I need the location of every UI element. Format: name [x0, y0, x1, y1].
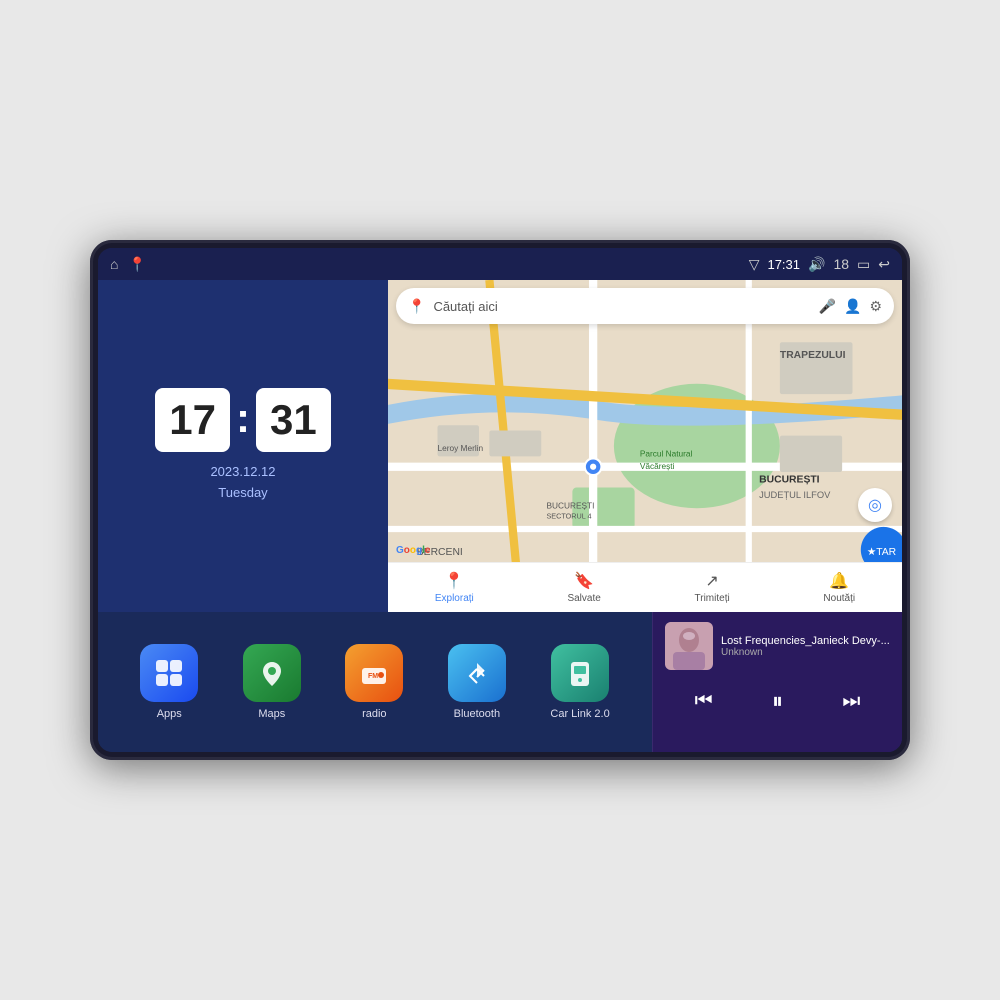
apps-label: Apps [157, 708, 182, 720]
map-pin-icon: 📍 [408, 298, 425, 315]
news-icon: 🔔 [829, 571, 849, 591]
clock-minute: 31 [270, 396, 317, 443]
google-logo: Google [396, 545, 430, 556]
map-search-text[interactable]: Căutați aici [433, 299, 810, 314]
map-nav-news[interactable]: 🔔 Noutăți [823, 571, 855, 604]
app-item-bluetooth[interactable]: Bluetooth [448, 644, 506, 720]
apps-icon [140, 644, 198, 702]
carlink-icon [551, 644, 609, 702]
music-album-art [665, 622, 713, 670]
car-display-device: ⌂ 📍 ▽ 17:31 🔊 18 ▭ ↩ 17 [90, 240, 910, 760]
explore-label: Explorați [435, 593, 474, 604]
music-title: Lost Frequencies_Janieck Devy-... [721, 635, 890, 647]
account-icon[interactable]: 👤 [844, 298, 861, 315]
app-item-carlink[interactable]: Car Link 2.0 [550, 644, 609, 720]
map-search-actions: 🎤 👤 ⚙ [819, 298, 882, 315]
map-panel[interactable]: 📍 Căutați aici 🎤 👤 ⚙ [388, 280, 902, 612]
status-bar: ⌂ 📍 ▽ 17:31 🔊 18 ▭ ↩ [98, 248, 902, 280]
maps-icon [243, 644, 301, 702]
svg-text:JUDEȚUL ILFOV: JUDEȚUL ILFOV [759, 490, 831, 500]
bottom-section: Apps Maps [98, 612, 902, 752]
svg-text:Parcul Natural: Parcul Natural [640, 448, 693, 458]
music-artist: Unknown [721, 647, 890, 658]
svg-text:BUCUREȘTI: BUCUREȘTI [546, 500, 594, 510]
clock-hour: 17 [169, 396, 216, 443]
status-time: 17:31 [767, 257, 800, 272]
signal-icon: ▽ [749, 256, 760, 273]
send-icon: ↗ [705, 571, 718, 591]
map-nav-saved[interactable]: 🔖 Salvate [567, 571, 600, 604]
maps-shortcut-icon[interactable]: 📍 [128, 256, 145, 273]
app-item-maps[interactable]: Maps [243, 644, 301, 720]
map-search-bar[interactable]: 📍 Căutați aici 🎤 👤 ⚙ [396, 288, 894, 324]
send-label: Trimiteți [695, 593, 730, 604]
bluetooth-label: Bluetooth [454, 708, 500, 720]
map-nav-send[interactable]: ↗ Trimiteți [695, 571, 730, 604]
radio-icon: FM [345, 644, 403, 702]
music-panel: Lost Frequencies_Janieck Devy-... Unknow… [652, 612, 902, 752]
clock-hour-block: 17 [155, 388, 230, 452]
volume-icon[interactable]: 🔊 [808, 256, 825, 273]
battery-level: 18 [833, 256, 849, 272]
svg-text:Leroy Merlin: Leroy Merlin [438, 443, 484, 453]
svg-text:SECTORUL 4: SECTORUL 4 [546, 512, 591, 521]
radio-label: radio [362, 708, 386, 720]
apps-panel: Apps Maps [98, 612, 652, 752]
music-info-row: Lost Frequencies_Janieck Devy-... Unknow… [665, 622, 890, 670]
app-item-radio[interactable]: FM radio [345, 644, 403, 720]
back-icon[interactable]: ↩ [878, 256, 890, 273]
status-bar-left: ⌂ 📍 [110, 256, 146, 273]
svg-text:★TAR: ★TAR [867, 547, 896, 558]
news-label: Noutăți [823, 593, 855, 604]
clock-colon: : [236, 397, 250, 439]
explore-icon: 📍 [444, 571, 464, 591]
music-play-button[interactable]: ⏸ [764, 684, 791, 718]
top-section: 17 : 31 2023.12.12 Tuesday [98, 280, 902, 612]
app-item-apps[interactable]: Apps [140, 644, 198, 720]
music-text: Lost Frequencies_Janieck Devy-... Unknow… [721, 635, 890, 658]
saved-icon: 🔖 [574, 571, 594, 591]
settings-map-icon[interactable]: ⚙ [869, 298, 882, 315]
battery-icon: ▭ [857, 256, 870, 273]
clock-display: 17 : 31 [155, 388, 330, 452]
music-controls: ⏮ ⏸ ⏭ [665, 684, 890, 718]
svg-text:BUCUREȘTI: BUCUREȘTI [759, 474, 820, 485]
clock-panel: 17 : 31 2023.12.12 Tuesday [98, 280, 388, 612]
carlink-label: Car Link 2.0 [550, 708, 609, 720]
voice-search-icon[interactable]: 🎤 [819, 298, 836, 315]
clock-date: 2023.12.12 Tuesday [210, 462, 275, 504]
status-bar-right: ▽ 17:31 🔊 18 ▭ ↩ [749, 256, 890, 273]
main-content: 17 : 31 2023.12.12 Tuesday [98, 280, 902, 752]
bluetooth-icon [448, 644, 506, 702]
maps-label: Maps [258, 708, 285, 720]
car-screen: ⌂ 📍 ▽ 17:31 🔊 18 ▭ ↩ 17 [98, 248, 902, 752]
saved-label: Salvate [567, 593, 600, 604]
map-nav-explore[interactable]: 📍 Explorați [435, 571, 474, 604]
music-prev-button[interactable]: ⏮ [687, 686, 721, 717]
svg-text:TRAPEZULUI: TRAPEZULUI [780, 350, 846, 361]
svg-text:Văcărești: Văcărești [640, 461, 675, 471]
home-icon[interactable]: ⌂ [110, 256, 118, 272]
clock-minute-block: 31 [256, 388, 331, 452]
location-button[interactable]: ◎ [858, 488, 892, 522]
music-next-button[interactable]: ⏭ [834, 686, 868, 717]
svg-text:FM: FM [368, 673, 378, 680]
map-bottom-nav: 📍 Explorați 🔖 Salvate ↗ Trimiteți 🔔 [388, 562, 902, 612]
